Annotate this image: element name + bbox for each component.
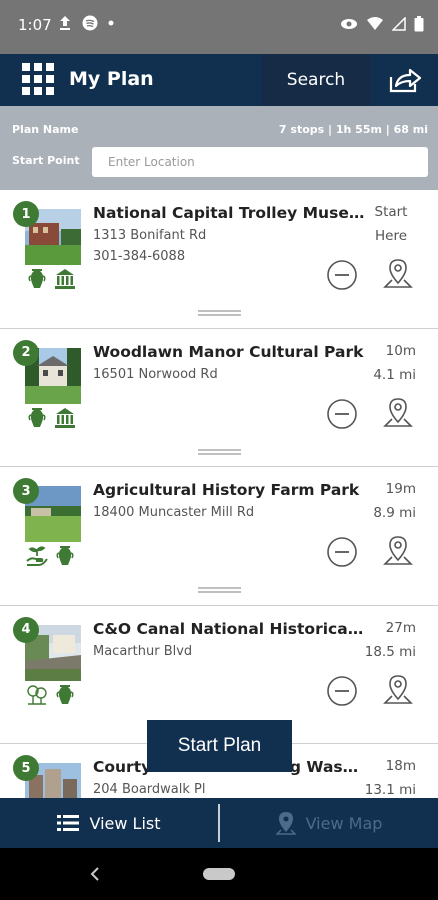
start-plan-button[interactable]: Start Plan <box>147 720 292 772</box>
stop-number-badge: 3 <box>13 478 39 504</box>
system-nav-bar <box>0 848 438 900</box>
status-bar: 1:07 <box>0 0 438 54</box>
signal-icon <box>392 17 406 31</box>
map-pin-icon[interactable] <box>382 257 414 291</box>
stop-travel-time: 10m <box>385 342 416 359</box>
eye-icon <box>341 19 357 29</box>
remove-stop-icon[interactable] <box>326 398 358 430</box>
stop-list: 1 National Capital Trolley Muse... 1313 … <box>0 190 438 798</box>
stop-name[interactable]: Woodlawn Manor Cultural Park <box>93 343 365 361</box>
vase-icon <box>28 269 46 288</box>
stop-address: 16501 Norwood Rd <box>93 366 218 382</box>
stop-address: 204 Boardwalk Pl <box>93 782 206 797</box>
map-pin-icon <box>275 812 296 835</box>
stop-address: Macarthur Blvd <box>93 643 193 659</box>
stop-travel-time: 27m <box>385 619 416 636</box>
vase-icon <box>56 684 74 704</box>
map-pin-icon[interactable] <box>382 673 414 707</box>
stop-name[interactable]: Agricultural History Farm Park <box>93 481 365 499</box>
app-header: My Plan Search <box>0 54 438 106</box>
wifi-icon <box>367 17 383 30</box>
app-menu-grid-icon[interactable] <box>22 63 54 95</box>
share-icon <box>389 68 422 93</box>
drag-handle[interactable] <box>198 448 241 455</box>
view-map-tab[interactable]: View Map <box>220 798 438 848</box>
spotify-icon <box>82 15 98 31</box>
stop-item[interactable]: 2 Woodlawn Manor Cultural Park 16501 Nor… <box>0 328 438 467</box>
status-time: 1:07 <box>18 16 52 34</box>
museum-icon <box>55 269 75 289</box>
start-point-label: Start Point <box>12 154 80 167</box>
remove-stop-icon[interactable] <box>326 259 358 291</box>
stop-travel-time: 18m <box>385 758 416 774</box>
stop-travel-time: 19m <box>385 481 416 497</box>
drag-handle[interactable] <box>198 310 241 316</box>
stop-number-badge: 5 <box>13 755 39 781</box>
stop-number-badge: 4 <box>13 616 39 643</box>
drag-handle[interactable] <box>198 587 241 593</box>
stop-distance: 4.1 mi <box>373 366 416 383</box>
page-title: My Plan <box>69 68 154 90</box>
start-plan-label: Start Plan <box>177 735 262 756</box>
back-icon[interactable] <box>88 864 102 884</box>
battery-icon <box>414 16 424 32</box>
stop-distance: 18.5 mi <box>364 643 416 660</box>
museum-icon <box>55 407 75 428</box>
home-pill[interactable] <box>203 868 235 880</box>
stop-distance: Here <box>374 228 408 244</box>
plan-name-label: Plan Name <box>12 123 79 136</box>
share-button[interactable] <box>378 62 432 98</box>
stop-name[interactable]: National Capital Trolley Muse... <box>93 204 365 222</box>
bottom-tab-bar: View List View Map <box>0 798 438 848</box>
plan-stats: 7 stops | 1h 55m | 68 mi <box>278 123 428 136</box>
vase-icon <box>28 407 46 427</box>
stop-distance: 8.9 mi <box>373 505 416 521</box>
plan-info-panel: Plan Name 7 stops | 1h 55m | 68 mi Start… <box>0 106 438 190</box>
view-map-label: View Map <box>305 813 383 833</box>
stop-address: 18400 Muncaster Mill Rd <box>93 505 255 520</box>
start-location-input[interactable] <box>92 147 428 177</box>
stop-number-badge: 2 <box>13 339 39 366</box>
stop-address: 1313 Bonifant Rd <box>93 228 207 243</box>
search-button[interactable]: Search <box>262 54 370 106</box>
dot-icon <box>108 20 114 26</box>
stop-name[interactable]: C&O Canal National Historical... <box>93 620 365 638</box>
map-pin-icon[interactable] <box>382 396 414 430</box>
stop-number-badge: 1 <box>13 201 39 227</box>
remove-stop-icon[interactable] <box>326 675 358 707</box>
remove-stop-icon[interactable] <box>326 536 358 568</box>
view-list-label: View List <box>89 813 161 833</box>
map-pin-icon[interactable] <box>382 534 414 568</box>
view-list-tab[interactable]: View List <box>0 798 218 848</box>
trees-icon <box>27 684 47 705</box>
stop-item[interactable]: 3 Agricultural History Farm Park 18400 M… <box>0 467 438 606</box>
vase-icon <box>56 546 74 565</box>
stop-travel-time: Start <box>374 204 408 220</box>
sprout-hand-icon <box>26 546 48 566</box>
search-button-label: Search <box>286 70 346 90</box>
stop-distance: 13.1 mi <box>364 782 416 798</box>
list-icon <box>57 815 80 831</box>
stop-phone[interactable]: 301-384-6088 <box>93 249 185 264</box>
stop-item[interactable]: 1 National Capital Trolley Muse... 1313 … <box>0 190 438 329</box>
upload-icon <box>60 16 70 30</box>
